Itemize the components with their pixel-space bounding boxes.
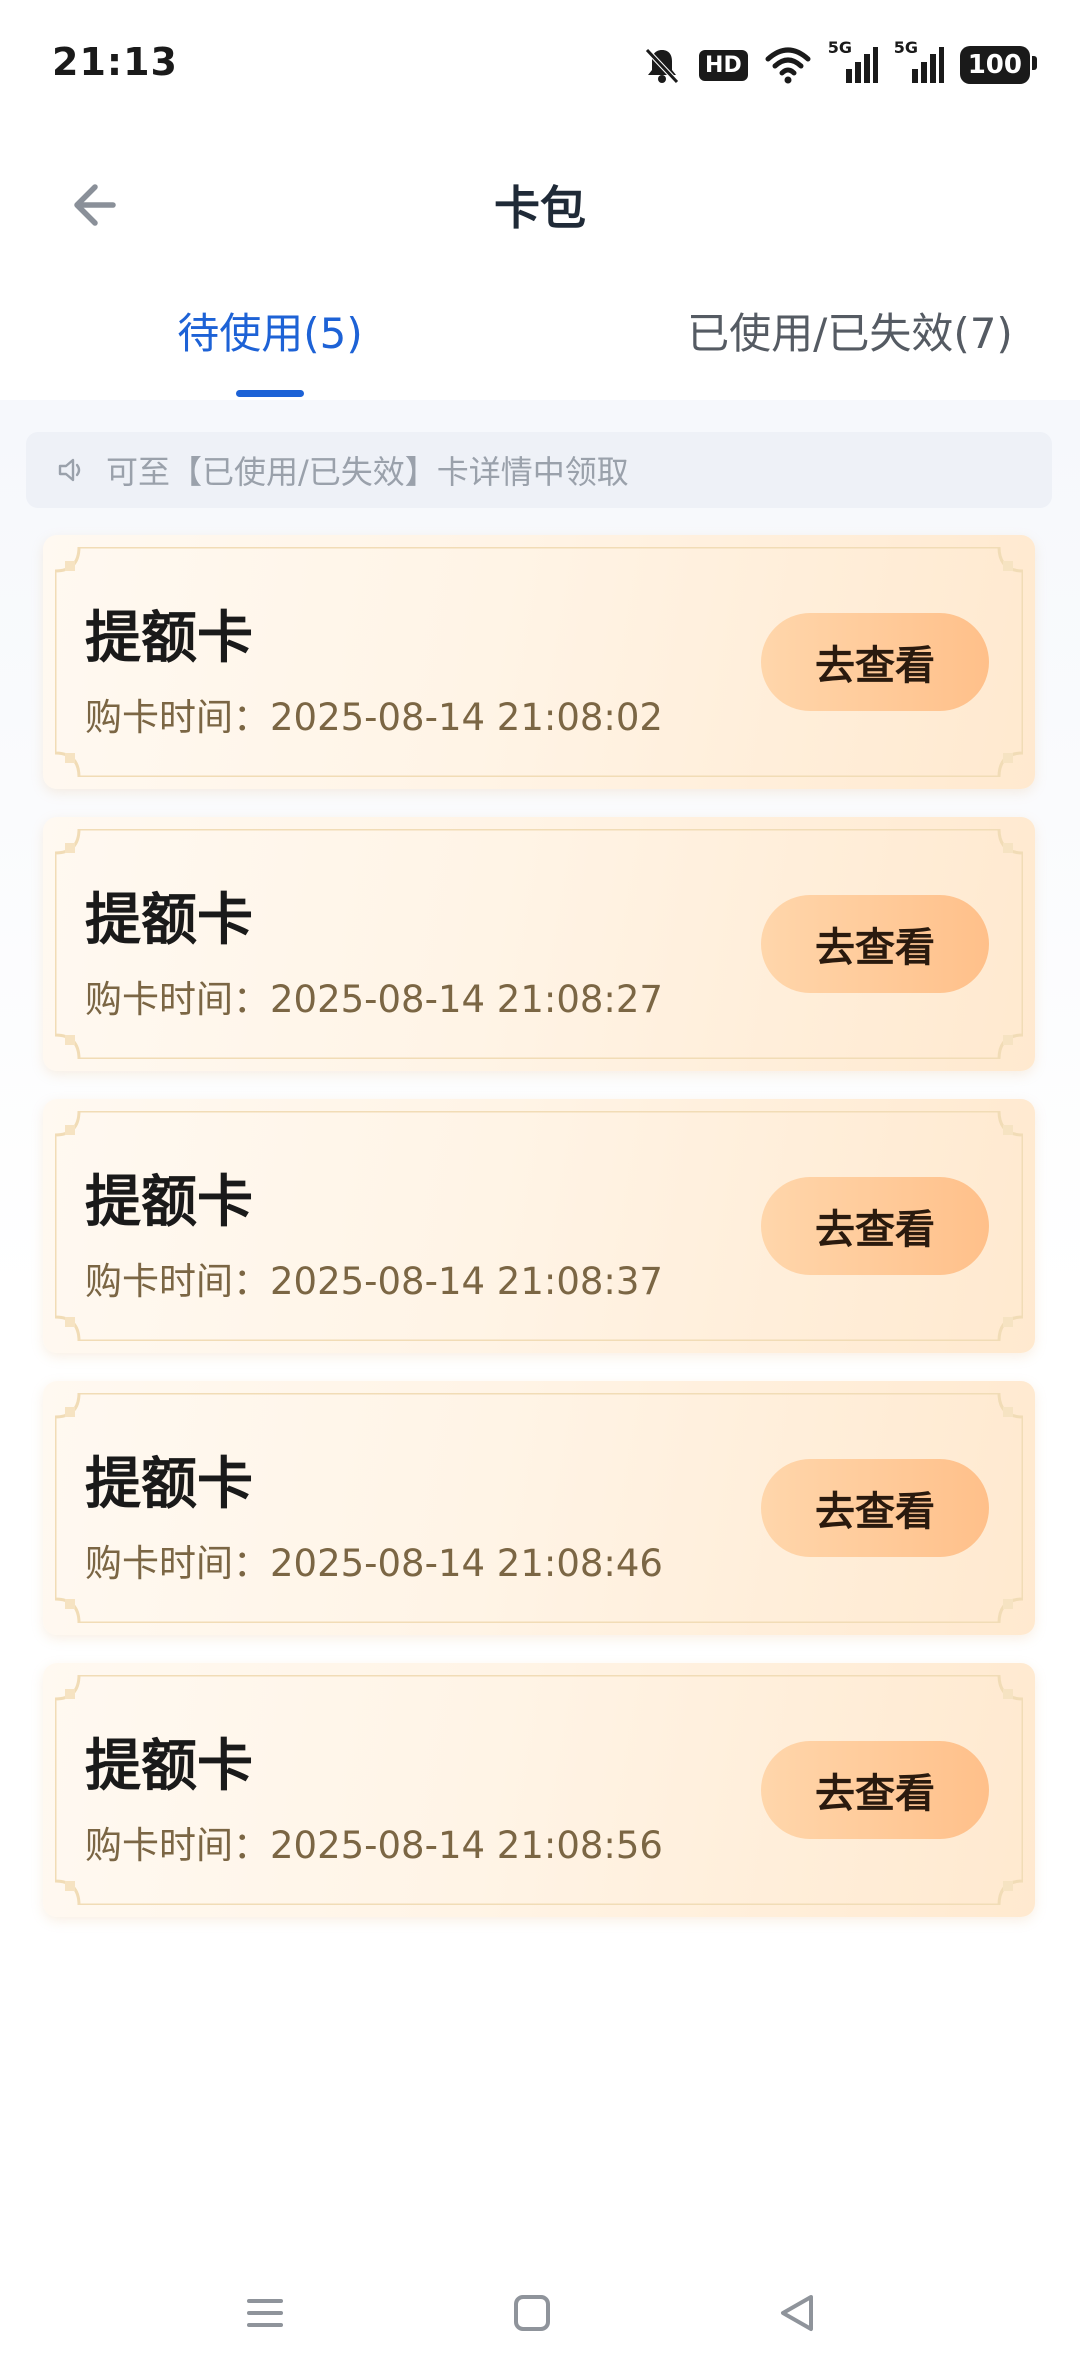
card-purchase-time: 购卡时间：2025-08-14 21:08:37 xyxy=(85,1260,663,1303)
battery-icon: 100 xyxy=(959,42,1038,88)
page-title: 卡包 xyxy=(494,181,586,235)
view-button[interactable]: 去查看 xyxy=(761,613,989,711)
home-square-icon xyxy=(514,2295,550,2331)
card-purchase-time: 购卡时间：2025-08-14 21:08:56 xyxy=(85,1824,663,1867)
sim2-label: 5G xyxy=(893,38,918,57)
card-title: 提额卡 xyxy=(85,888,253,953)
card-item[interactable]: 提额卡 购卡时间：2025-08-14 21:08:27 去查看 xyxy=(43,817,1035,1071)
card-title: 提额卡 xyxy=(85,606,253,671)
nav-menu-button[interactable] xyxy=(230,2278,300,2348)
status-bar: 21:13 HD 5G 5G 100 xyxy=(0,0,1080,130)
card-item[interactable]: 提额卡 购卡时间：2025-08-14 21:08:46 去查看 xyxy=(43,1381,1035,1635)
nav-back-button[interactable] xyxy=(762,2278,832,2348)
signal-sim2-icon: 5G xyxy=(894,38,944,88)
card-title: 提额卡 xyxy=(85,1734,253,1799)
card-title: 提额卡 xyxy=(85,1170,253,1235)
card-item[interactable]: 提额卡 购卡时间：2025-08-14 21:08:56 去查看 xyxy=(43,1663,1035,1917)
card-purchase-time: 购卡时间：2025-08-14 21:08:02 xyxy=(85,696,663,739)
wifi-icon xyxy=(764,42,812,88)
tab-unused[interactable]: 待使用(5) xyxy=(0,300,540,400)
battery-level: 100 xyxy=(959,46,1038,84)
view-button[interactable]: 去查看 xyxy=(761,1459,989,1557)
view-button[interactable]: 去查看 xyxy=(761,1177,989,1275)
tab-unused-label: 待使用(5) xyxy=(177,309,363,358)
triangle-back-icon xyxy=(781,2295,813,2331)
system-nav-bar xyxy=(0,2250,1080,2376)
notice-bar: 可至【已使用/已失效】卡详情中领取 xyxy=(26,432,1052,508)
status-time: 21:13 xyxy=(52,40,178,84)
card-purchase-time: 购卡时间：2025-08-14 21:08:46 xyxy=(85,1542,663,1585)
tab-used-expired-label: 已使用/已失效(7) xyxy=(687,309,1013,358)
tab-active-indicator xyxy=(236,390,304,397)
status-icons: HD 5G 5G 100 xyxy=(641,38,1038,90)
tab-bar: 待使用(5) 已使用/已失效(7) xyxy=(0,300,1080,400)
menu-icon xyxy=(247,2299,283,2327)
view-button[interactable]: 去查看 xyxy=(761,1741,989,1839)
card-item[interactable]: 提额卡 购卡时间：2025-08-14 21:08:37 去查看 xyxy=(43,1099,1035,1353)
hd-icon: HD xyxy=(699,42,748,88)
card-list-area: 可至【已使用/已失效】卡详情中领取 提额卡 购卡时间：2025-08-14 21… xyxy=(0,400,1080,2230)
hd-label: HD xyxy=(699,49,748,81)
sim1-label: 5G xyxy=(827,38,852,57)
nav-home-button[interactable] xyxy=(497,2278,567,2348)
tab-used-expired[interactable]: 已使用/已失效(7) xyxy=(540,300,1080,400)
view-button[interactable]: 去查看 xyxy=(761,895,989,993)
card-title: 提额卡 xyxy=(85,1452,253,1517)
notice-text: 可至【已使用/已失效】卡详情中领取 xyxy=(106,453,629,491)
card-item[interactable]: 提额卡 购卡时间：2025-08-14 21:08:02 去查看 xyxy=(43,535,1035,789)
signal-sim1-icon: 5G xyxy=(828,38,878,88)
mute-bell-icon xyxy=(641,42,683,88)
card-purchase-time: 购卡时间：2025-08-14 21:08:27 xyxy=(85,978,663,1021)
speaker-icon xyxy=(56,455,100,485)
header: 卡包 xyxy=(0,150,1080,260)
